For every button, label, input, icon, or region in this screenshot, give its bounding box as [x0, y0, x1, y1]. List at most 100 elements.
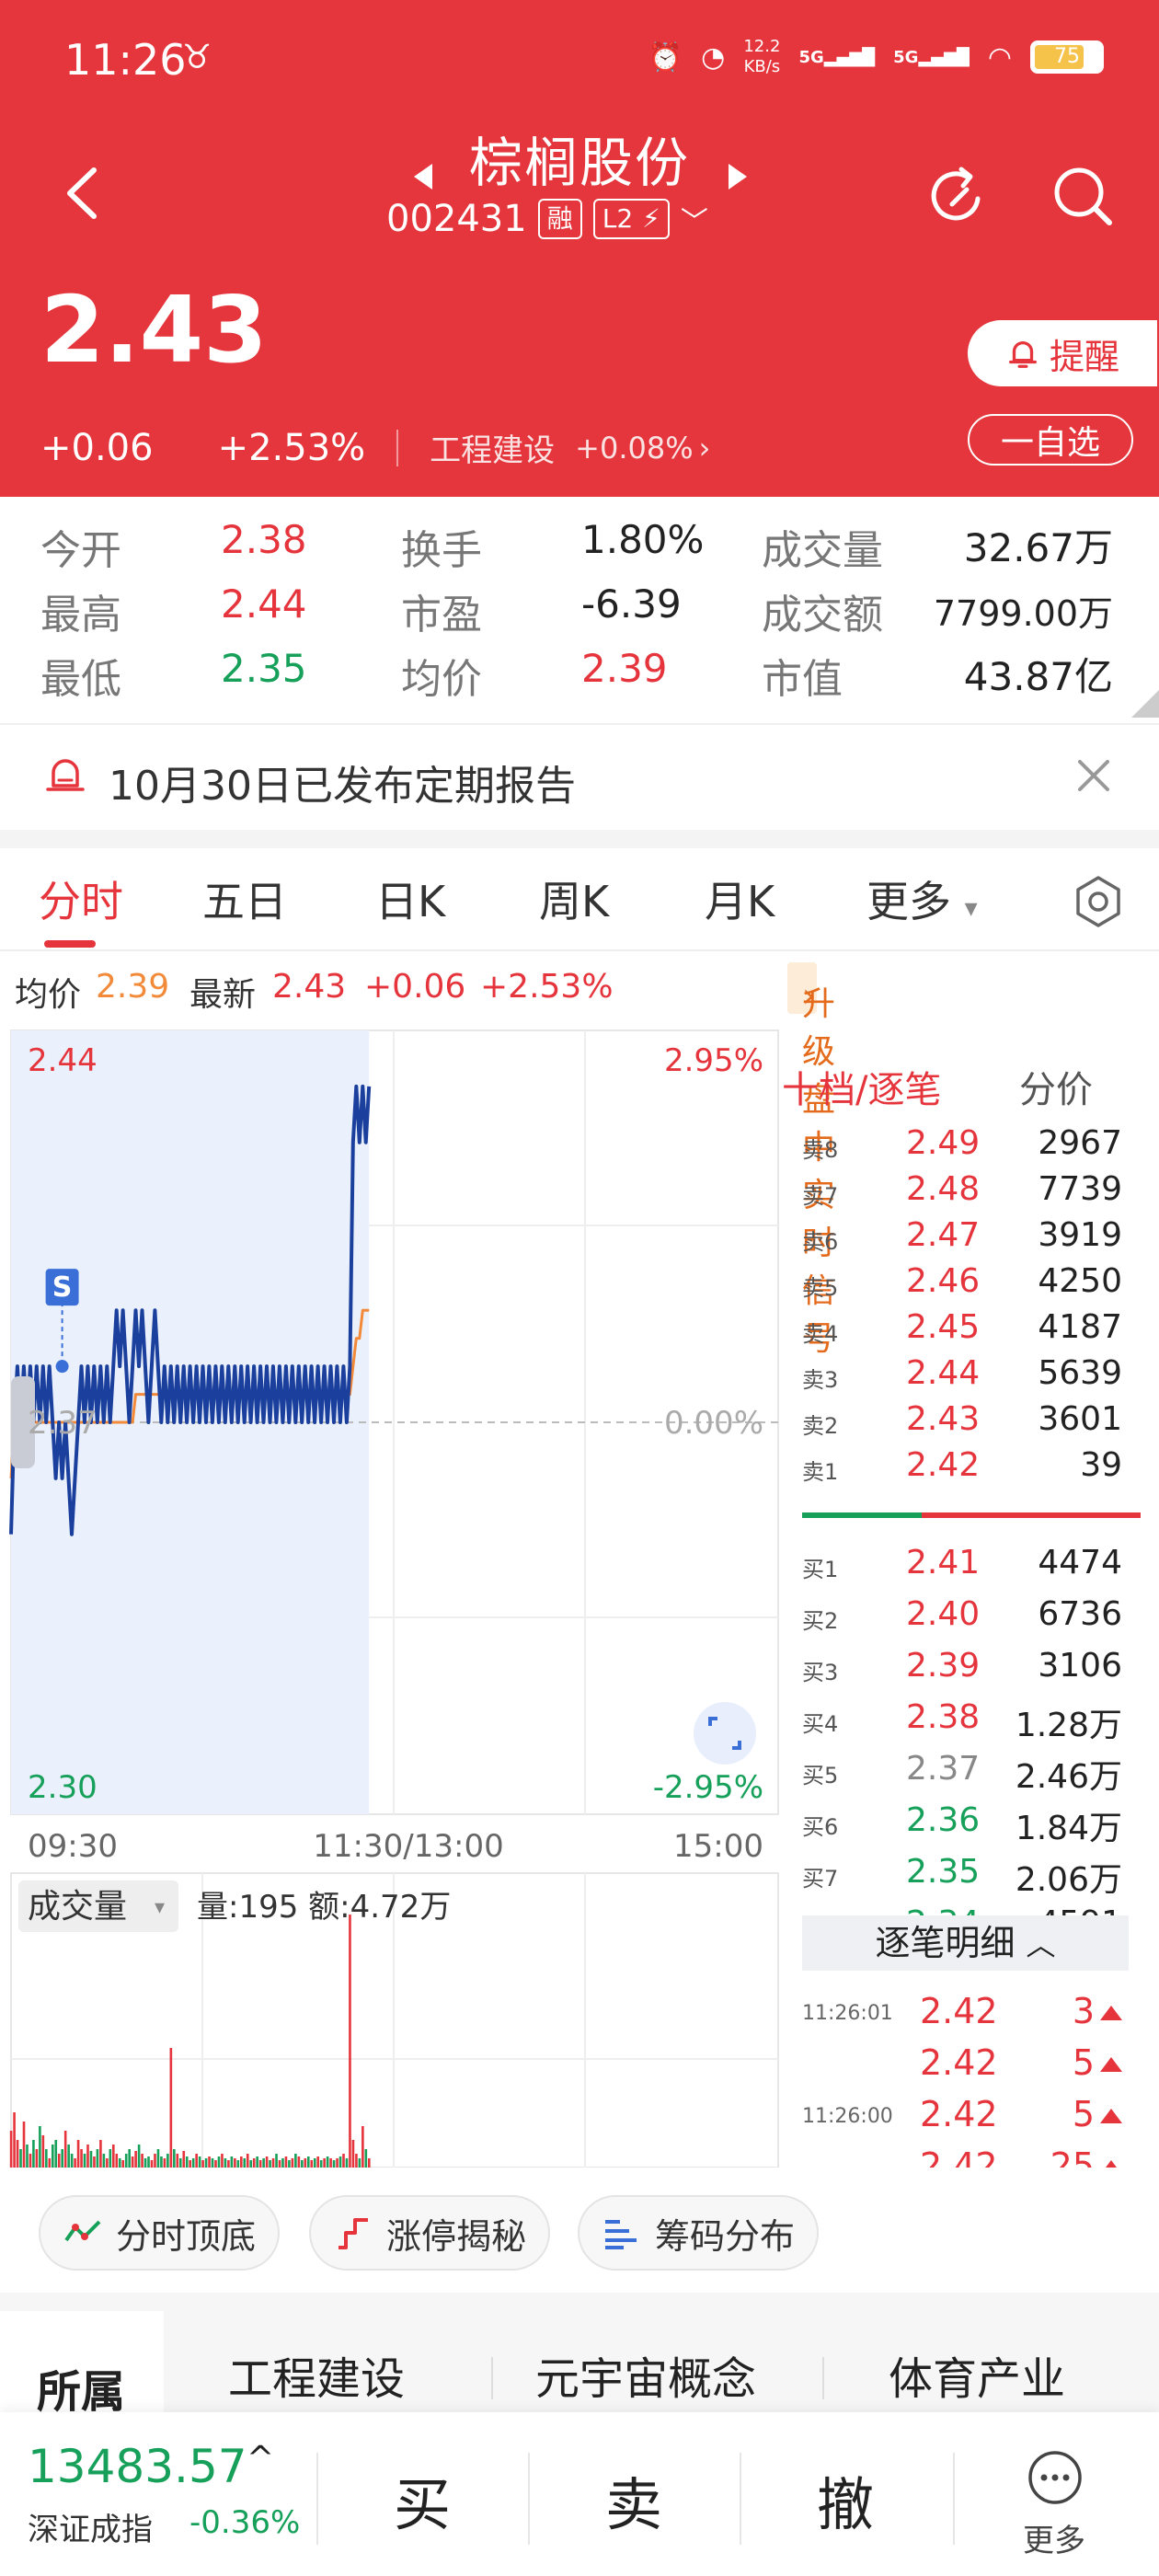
stat-label-market-cap: 市值	[762, 656, 843, 703]
volume-bar	[364, 2149, 368, 2168]
tick-price: 2.42	[920, 2094, 998, 2134]
buy-level-row[interactable]: 买5 2.37 2.46万	[782, 1748, 1150, 1796]
volume-bar	[74, 2158, 76, 2168]
volume-bar	[246, 2154, 249, 2168]
stat-value-market-cap: 43.87亿	[963, 654, 1113, 699]
stock-name: 棕榈股份	[468, 132, 690, 194]
sector-item[interactable]: 体育产业	[889, 2342, 1065, 2407]
divider	[316, 2453, 318, 2545]
buy-level-row[interactable]: 买2 2.40 6736	[782, 1593, 1150, 1639]
volume-bar	[278, 2160, 281, 2168]
speedometer-icon: ◔	[701, 40, 726, 74]
tab-daily-k[interactable]: 日K	[375, 868, 445, 929]
sector-tab-belongs[interactable]: 所属	[37, 2355, 125, 2420]
level-price: 2.37	[906, 1750, 981, 1788]
chip-distribution-chip[interactable]: 筹码分布	[578, 2195, 820, 2271]
volume-bar	[35, 2149, 39, 2168]
upgrade-signal-button[interactable]: 升级盘中实时信号 ›	[787, 962, 835, 1358]
intraday-top-bottom-chip[interactable]: 分时顶底	[39, 2195, 281, 2271]
buy-level-row[interactable]: 买6 2.36 1.84万	[782, 1800, 1150, 1847]
chevron-down-icon[interactable]: ﹀	[681, 199, 708, 239]
sector-item[interactable]: 元宇宙概念	[535, 2342, 756, 2407]
sell-level-row[interactable]: 卖6 2.47 3919	[782, 1214, 1150, 1260]
intraday-chart-svg[interactable]: S 2.44 2.95% 2.37 0.00% 2.30 -2.95% 09:3…	[0, 1027, 782, 2168]
level-volume: 4250	[1038, 1262, 1122, 1300]
volume-bar	[249, 2160, 253, 2168]
volume-bar	[336, 2158, 339, 2168]
volume-bar	[358, 2158, 361, 2168]
caret-down-icon: ▾	[964, 892, 978, 923]
buy-level-row[interactable]: 买3 2.39 3106	[782, 1645, 1150, 1691]
back-arrow-icon[interactable]	[57, 161, 103, 225]
sell-level-row[interactable]: 卖7 2.48 7739	[782, 1168, 1150, 1214]
search-icon[interactable]	[1049, 162, 1117, 230]
volume-bar	[368, 2158, 371, 2168]
buy-button[interactable]: 买	[394, 2458, 451, 2541]
expand-corner-icon[interactable]	[1131, 690, 1159, 718]
limit-up-secret-chip[interactable]: 涨停揭秘	[309, 2195, 551, 2271]
tick-detail-header[interactable]: 逐笔明细 ︿	[802, 1915, 1129, 1971]
current-price: 2.43	[40, 276, 268, 384]
chip-label: 涨停揭秘	[386, 2215, 527, 2257]
sell-level-row[interactable]: 卖1 2.42 39	[782, 1444, 1150, 1490]
x-label-open: 09:30	[28, 1828, 118, 1865]
tab-monthly-k[interactable]: 月K	[705, 868, 775, 929]
report-notice[interactable]: 10月30日已发布定期报告	[0, 723, 1159, 830]
remind-button[interactable]: 提醒	[968, 320, 1157, 386]
stat-label-open: 今开	[40, 527, 121, 574]
volume-bar	[361, 2126, 364, 2168]
volume-bar	[304, 2158, 307, 2168]
index-change: -0.36%	[189, 2504, 301, 2541]
volume-bar	[156, 2149, 160, 2168]
volume-bar	[288, 2160, 291, 2168]
volume-bar	[189, 2160, 191, 2168]
fullscreen-toggle-icon[interactable]	[694, 1702, 756, 1765]
buy-level-row[interactable]: 买7 2.35 2.06万	[782, 1851, 1150, 1899]
volume-bar	[275, 2154, 278, 2168]
stock-code-row[interactable]: 002431 融 L2 ⚡ ﹀	[386, 198, 708, 240]
tab-price-distribution[interactable]: 分价	[1019, 1060, 1093, 1113]
volume-bar	[163, 2158, 166, 2168]
app-notification-icon: ♉	[182, 39, 212, 76]
volume-bar	[147, 2156, 150, 2168]
tab-order-levels[interactable]: 十档/逐笔	[782, 1060, 941, 1113]
buy-level-row[interactable]: 买1 2.41 4474	[782, 1542, 1150, 1588]
more-icon[interactable]	[1027, 2449, 1084, 2506]
sector-link[interactable]: 工程建设	[430, 425, 555, 470]
settings-gear-icon[interactable]	[1071, 874, 1126, 929]
cancel-order-button[interactable]: 撤	[817, 2458, 874, 2541]
chevron-right-icon[interactable]: ›	[699, 431, 711, 466]
volume-bar	[227, 2160, 230, 2168]
sell-level-row[interactable]: 卖2 2.43 3601	[782, 1398, 1150, 1444]
close-icon[interactable]	[1073, 754, 1115, 797]
sector-item[interactable]: 工程建设	[228, 2342, 405, 2407]
stat-value-turnover: 1.80%	[581, 517, 705, 562]
add-watchlist-button[interactable]: 一自选	[968, 414, 1133, 466]
volume-bar	[271, 2158, 275, 2168]
sell-button[interactable]: 卖	[605, 2458, 662, 2541]
intraday-chart[interactable]: S 2.44 2.95% 2.37 0.00% 2.30 -2.95% 09:3…	[0, 1027, 782, 2168]
volume-bar	[54, 2140, 58, 2168]
buy-level-row[interactable]: 买4 2.38 1.28万	[782, 1696, 1150, 1744]
volume-bar	[201, 2160, 204, 2168]
share-refresh-icon[interactable]	[924, 162, 993, 230]
stock-stats-panel[interactable]: 今开 2.38 最高 2.44 最低 2.35 换手 1.80% 市盈 -6.3…	[0, 497, 1159, 723]
volume-bar	[252, 2158, 256, 2168]
sell-level-row[interactable]: 卖5 2.46 4250	[782, 1260, 1150, 1306]
more-label[interactable]: 更多	[1023, 2515, 1085, 2560]
volume-bar	[131, 2156, 134, 2168]
volume-bar	[332, 2160, 336, 2168]
sell-level-row[interactable]: 卖3 2.44 5639	[782, 1352, 1150, 1398]
volume-bar	[301, 2160, 304, 2168]
tab-weekly-k[interactable]: 周K	[539, 868, 609, 929]
battery-level: 75	[1054, 45, 1080, 68]
tab-intraday[interactable]: 分时	[39, 868, 123, 929]
sell-level-row[interactable]: 卖4 2.45 4187	[782, 1306, 1150, 1352]
volume-bar	[115, 2154, 119, 2168]
level-label: 买7	[802, 1866, 839, 1892]
tick-row: 11:26:01 2.42 3	[782, 1989, 1150, 2035]
volume-bar	[204, 2158, 208, 2168]
tab-five-day[interactable]: 五日	[202, 868, 287, 929]
tab-more[interactable]: 更多 ▾	[866, 868, 978, 929]
sell-level-row[interactable]: 卖8 2.49 2967	[782, 1122, 1150, 1168]
